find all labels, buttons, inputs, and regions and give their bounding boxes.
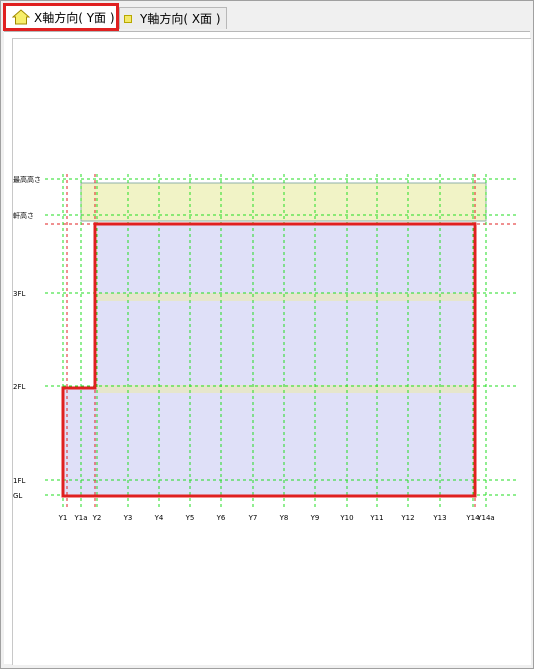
level-label: 最高高さ: [13, 175, 41, 184]
window: X軸方向( Y面 ) Y軸方向( X面 ) 最高高さ軒高さ 3FL 2FL 1FL GL…: [0, 0, 534, 669]
lower-floor-fill: [63, 388, 97, 496]
tab-bar: X軸方向( Y面 ) Y軸方向( X面 ): [1, 1, 533, 31]
level-label: GL: [13, 492, 22, 500]
axis-label: Y1: [58, 514, 68, 522]
level-label: 2FL: [13, 383, 25, 391]
axis-label: Y7: [248, 514, 258, 522]
level-label: 軒高さ: [13, 211, 34, 220]
tab-y-axis-direction[interactable]: Y軸方向( X面 ): [119, 7, 227, 29]
axis-label: Y3: [123, 514, 133, 522]
axis-label: Y12: [400, 514, 414, 522]
slab-3fl: [97, 293, 473, 301]
upper-floor-fill: [97, 224, 473, 496]
axis-label: Y10: [339, 514, 353, 522]
tab-label: Y軸方向( X面 ): [140, 12, 221, 26]
axis-label: Y5: [185, 514, 195, 522]
tab-label: X軸方向( Y面 ): [34, 10, 115, 25]
axis-label: Y13: [432, 514, 446, 522]
square-icon: [124, 14, 132, 23]
axis-label: Y11: [369, 514, 383, 522]
axis-label: Y8: [279, 514, 289, 522]
home-icon: [12, 9, 30, 25]
level-label: 1FL: [13, 477, 25, 485]
axis-label: Y2: [92, 514, 102, 522]
tab-x-axis-direction[interactable]: X軸方向( Y面 ): [3, 3, 119, 31]
content-panel: 最高高さ軒高さ 3FL 2FL 1FL GL Y1 Y1a Y2 Y3 Y4 Y5 Y6 Y7 Y8 Y9 Y…: [4, 31, 531, 665]
elevation-drawing: 最高高さ軒高さ 3FL 2FL 1FL GL Y1 Y1a Y2 Y3 Y4 Y5 Y6 Y7 Y8 Y9 Y…: [13, 174, 519, 522]
elevation-canvas[interactable]: 最高高さ軒高さ 3FL 2FL 1FL GL Y1 Y1a Y2 Y3 Y4 Y5 Y6 Y7 Y8 Y9 Y…: [12, 38, 531, 665]
axis-label: Y1a: [73, 514, 87, 522]
axis-label: Y9: [310, 514, 320, 522]
axis-label: Y6: [216, 514, 226, 522]
axis-label: Y4: [154, 514, 164, 522]
level-label: 3FL: [13, 290, 25, 298]
axis-label: Y14a: [476, 514, 494, 522]
